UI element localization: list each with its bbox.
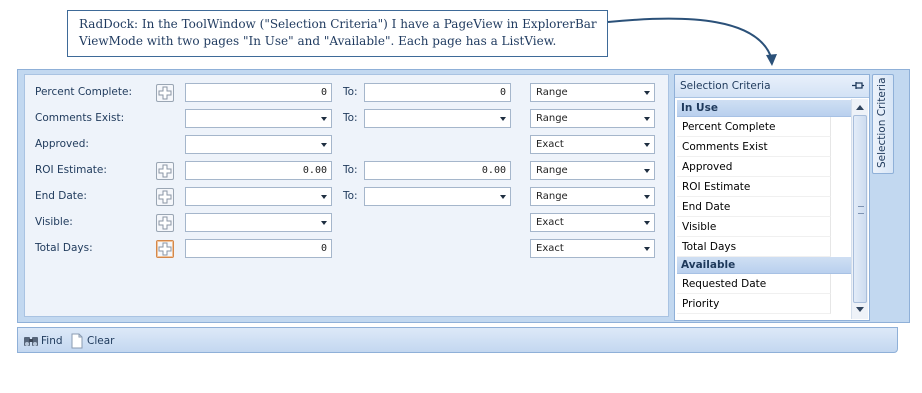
to-label: To: [343, 190, 358, 202]
chevron-down-icon [642, 243, 652, 254]
chevron-down-icon [319, 139, 329, 150]
document-icon [71, 333, 83, 349]
criteria-row: ROI Estimate: 0.00 To: 0.00 Range [25, 160, 670, 182]
to-numeric-input[interactable]: 0.00 [364, 161, 511, 180]
to-numeric-input[interactable]: 0 [364, 83, 511, 102]
list-item[interactable]: Approved [677, 157, 831, 177]
chevron-down-icon [642, 113, 652, 124]
list-item[interactable]: Visible [677, 217, 831, 237]
chevron-down-icon [319, 217, 329, 228]
page-header-in-use[interactable]: In Use [677, 100, 851, 117]
criteria-row: End Date: To: Range [25, 186, 670, 208]
list-item[interactable]: ROI Estimate [677, 177, 831, 197]
to-dropdown[interactable] [364, 109, 511, 128]
mode-dropdown[interactable]: Range [530, 83, 655, 102]
criteria-label: Total Days: [35, 242, 93, 254]
toolwindow-header: Selection Criteria [675, 75, 869, 98]
toolwindow-title: Selection Criteria [680, 80, 771, 92]
to-label: To: [343, 86, 358, 98]
list-item[interactable]: Priority [677, 294, 831, 314]
list-item[interactable]: Requested Date [677, 274, 831, 294]
criteria-row: Total Days: 0 Exact [25, 238, 670, 260]
from-dropdown[interactable] [185, 213, 332, 232]
criteria-row: Percent Complete: 0 To: 0 Range [25, 82, 670, 104]
from-dropdown[interactable] [185, 135, 332, 154]
criteria-row: Approved: Exact [25, 134, 670, 156]
chevron-down-icon [642, 191, 652, 202]
list-item[interactable]: Total Days [677, 237, 831, 257]
list-item[interactable]: Comments Exist [677, 137, 831, 157]
from-numeric-input[interactable]: 0.00 [185, 161, 332, 180]
annotation-callout: RadDock: In the ToolWindow ("Selection C… [67, 10, 608, 57]
from-date-picker[interactable] [185, 187, 332, 206]
pin-icon[interactable] [852, 81, 864, 90]
selection-criteria-side-tab[interactable]: Selection Criteria [872, 74, 894, 174]
grip-icon [858, 206, 864, 214]
criteria-row: Visible: Exact [25, 212, 670, 234]
clear-button[interactable]: Clear [71, 333, 117, 349]
binoculars-icon [24, 337, 38, 346]
add-criteria-button[interactable] [156, 214, 174, 232]
criteria-label: End Date: [35, 190, 87, 202]
find-button[interactable]: Find [23, 333, 63, 349]
from-dropdown[interactable] [185, 109, 332, 128]
page-header-available[interactable]: Available [677, 257, 851, 274]
criteria-label: ROI Estimate: [35, 164, 107, 176]
list-item[interactable]: End Date [677, 197, 831, 217]
add-criteria-button[interactable] [156, 162, 174, 180]
criteria-panel: Percent Complete: 0 To: 0 Range Comments… [24, 74, 669, 317]
chevron-down-icon [498, 113, 508, 124]
vertical-scrollbar[interactable] [851, 99, 868, 319]
to-label: To: [343, 164, 358, 176]
criteria-row: Comments Exist: To: Range [25, 108, 670, 130]
side-tab-label: Selection Criteria [876, 77, 888, 168]
scroll-up-icon[interactable] [855, 104, 865, 112]
from-numeric-input[interactable]: 0 [185, 239, 332, 258]
chevron-down-icon [319, 191, 329, 202]
plus-icon [158, 190, 172, 204]
list-item[interactable]: Percent Complete [677, 117, 831, 137]
explorer-bar-pageview: In Use Percent Complete Comments Exist A… [677, 100, 851, 318]
plus-icon [158, 242, 172, 256]
scroll-down-icon[interactable] [855, 306, 865, 314]
scrollbar-thumb[interactable] [853, 115, 867, 303]
chevron-down-icon [498, 191, 508, 202]
mode-dropdown[interactable]: Range [530, 187, 655, 206]
mode-dropdown[interactable]: Exact [530, 213, 655, 232]
criteria-label: Visible: [35, 216, 73, 228]
mode-dropdown[interactable]: Exact [530, 135, 655, 154]
criteria-label: Percent Complete: [35, 86, 132, 98]
chevron-down-icon [642, 139, 652, 150]
chevron-down-icon [319, 113, 329, 124]
bottom-toolbar: Find Clear [17, 327, 898, 353]
plus-icon [158, 86, 172, 100]
mode-dropdown[interactable]: Exact [530, 239, 655, 258]
mode-dropdown[interactable]: Range [530, 161, 655, 180]
to-date-picker[interactable] [364, 187, 511, 206]
add-criteria-button[interactable] [156, 240, 174, 258]
criteria-label: Approved: [35, 138, 89, 150]
plus-icon [158, 164, 172, 178]
selection-criteria-toolwindow: Selection Criteria In Use Percent Comple… [674, 74, 870, 321]
add-criteria-button[interactable] [156, 84, 174, 102]
callout-line-1: RadDock: In the ToolWindow ("Selection C… [79, 17, 597, 31]
from-numeric-input[interactable]: 0 [185, 83, 332, 102]
dock-container: Percent Complete: 0 To: 0 Range Comments… [17, 69, 910, 323]
chevron-down-icon [642, 87, 652, 98]
to-label: To: [343, 112, 358, 124]
plus-icon [158, 216, 172, 230]
mode-dropdown[interactable]: Range [530, 109, 655, 128]
callout-line-2: ViewMode with two pages "In Use" and "Av… [79, 34, 557, 48]
chevron-down-icon [642, 165, 652, 176]
add-criteria-button[interactable] [156, 188, 174, 206]
chevron-down-icon [642, 217, 652, 228]
criteria-label: Comments Exist: [35, 112, 125, 124]
